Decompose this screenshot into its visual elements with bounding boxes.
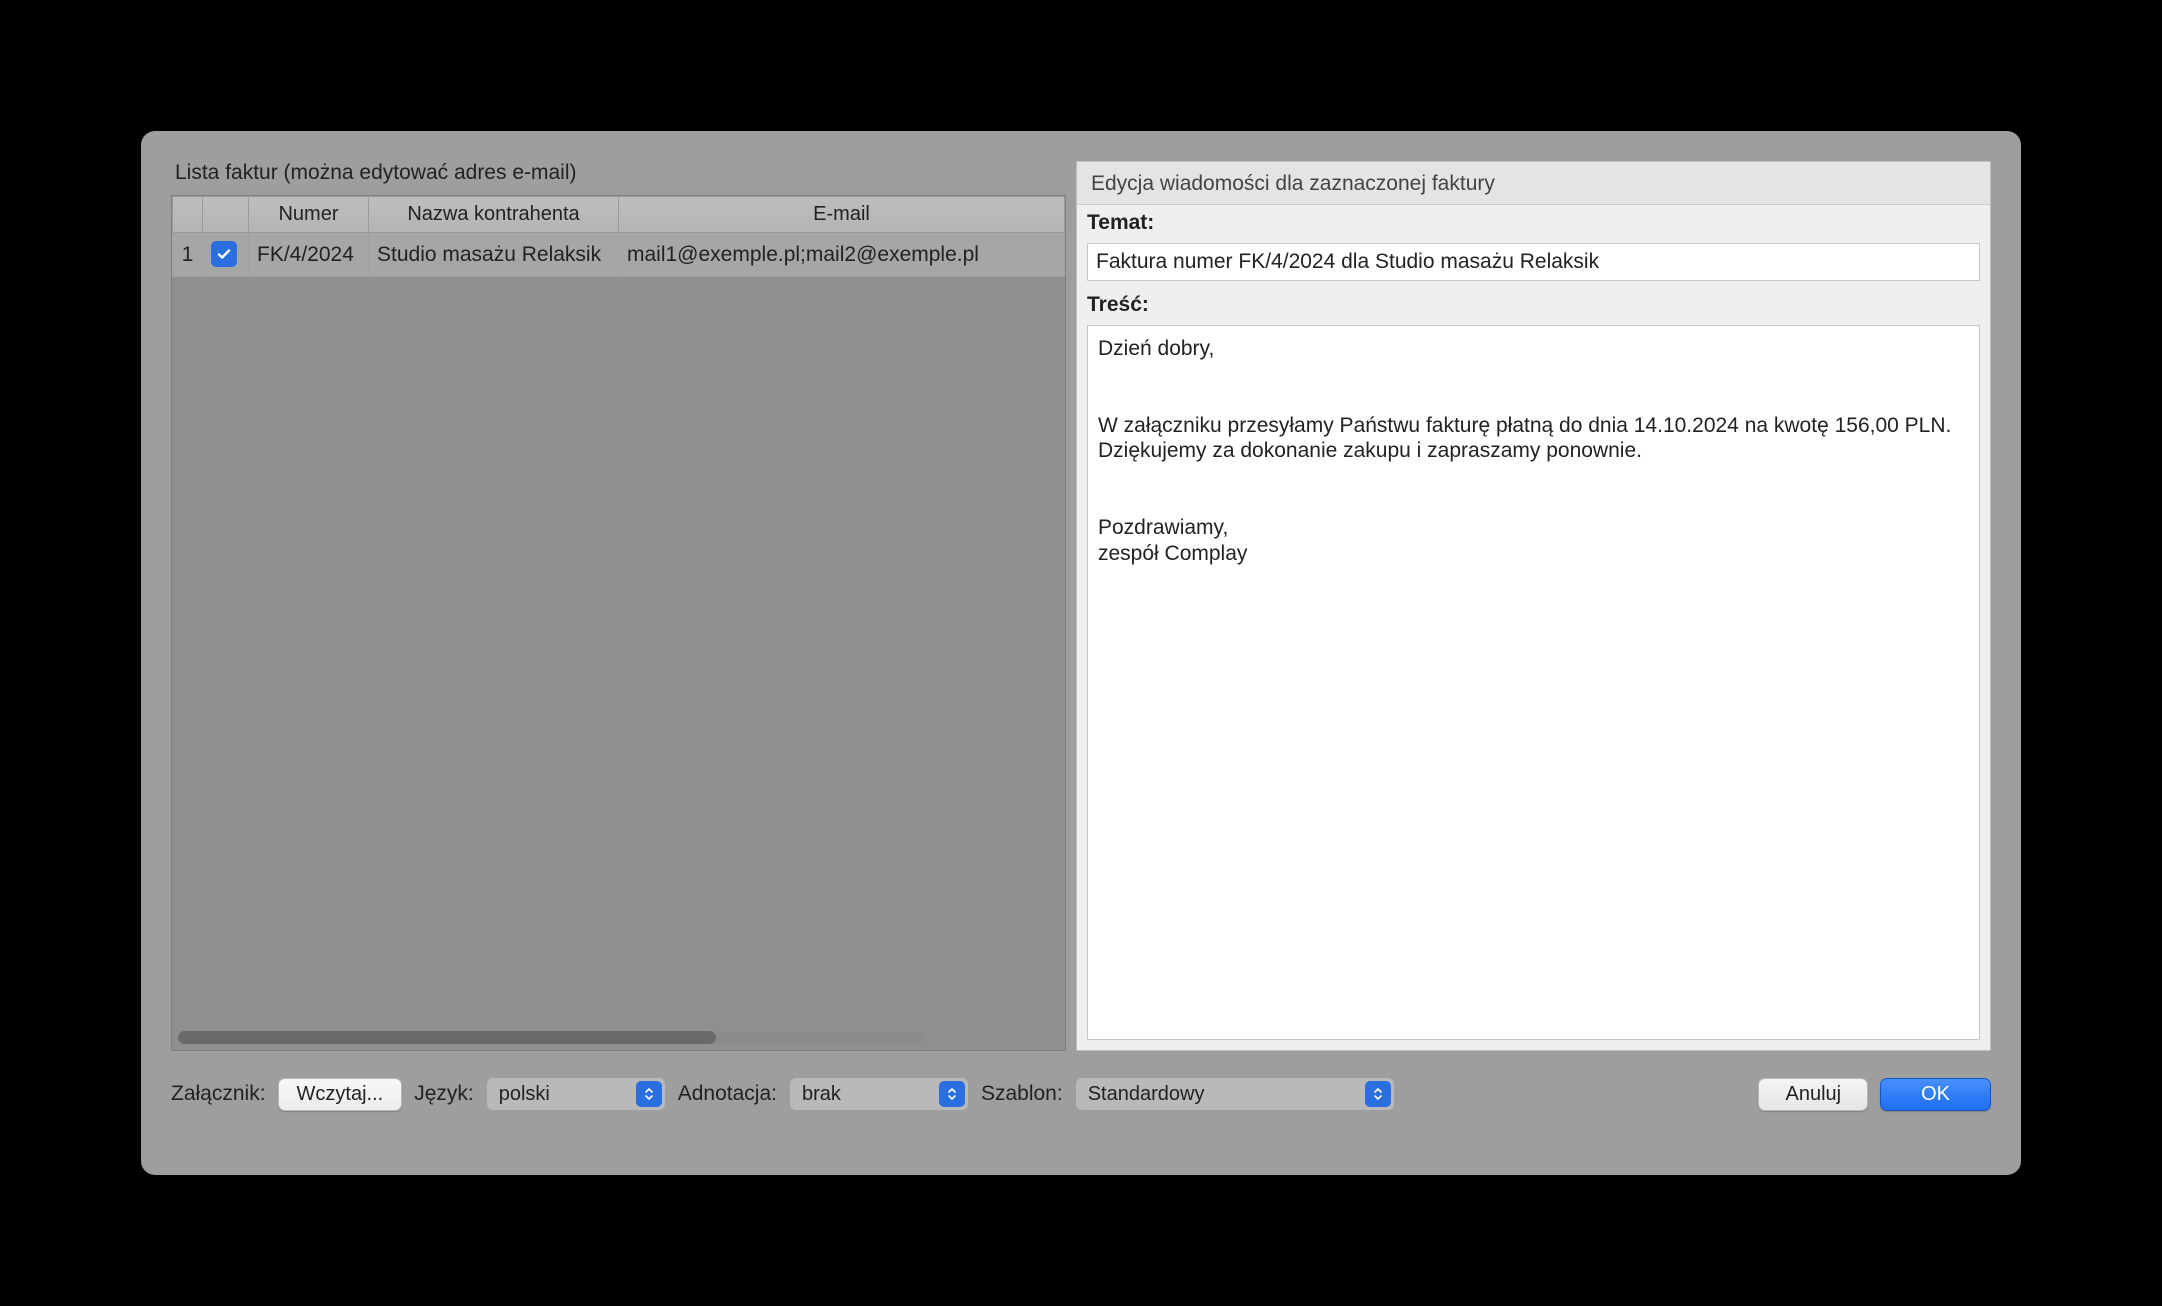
invoice-list-title: Lista faktur (można edytować adres e-mai… bbox=[171, 161, 1066, 185]
row-index: 1 bbox=[173, 233, 203, 277]
row-checkbox-cell[interactable] bbox=[203, 233, 249, 277]
invoice-table: Numer Nazwa kontrahenta E-mail 1 bbox=[172, 196, 1065, 277]
body-textarea[interactable] bbox=[1087, 325, 1980, 1040]
load-attachment-button[interactable]: Wczytaj... bbox=[278, 1078, 403, 1111]
chevron-updown-icon bbox=[1365, 1081, 1391, 1107]
body-label: Treść: bbox=[1077, 287, 1990, 321]
chevron-updown-icon bbox=[636, 1081, 662, 1107]
language-label: Język: bbox=[414, 1082, 474, 1106]
ok-button[interactable]: OK bbox=[1880, 1078, 1991, 1111]
language-value: polski bbox=[499, 1083, 550, 1106]
language-select[interactable]: polski bbox=[486, 1077, 666, 1111]
annotation-value: brak bbox=[802, 1083, 841, 1106]
message-edit-panel: Edycja wiadomości dla zaznaczonej faktur… bbox=[1076, 161, 1991, 1051]
col-contractor-header[interactable]: Nazwa kontrahenta bbox=[369, 197, 619, 233]
checkmark-icon[interactable] bbox=[211, 241, 237, 267]
invoice-email-dialog: Lista faktur (można edytować adres e-mai… bbox=[141, 131, 2021, 1175]
row-number: FK/4/2024 bbox=[249, 233, 369, 277]
template-select[interactable]: Standardowy bbox=[1075, 1077, 1395, 1111]
subject-input[interactable] bbox=[1087, 243, 1980, 281]
col-check-header[interactable] bbox=[203, 197, 249, 233]
attachment-label: Załącznik: bbox=[171, 1082, 266, 1106]
chevron-updown-icon bbox=[939, 1081, 965, 1107]
invoice-table-wrap: Numer Nazwa kontrahenta E-mail 1 bbox=[171, 195, 1066, 1051]
annotation-select[interactable]: brak bbox=[789, 1077, 969, 1111]
horizontal-scrollbar[interactable] bbox=[178, 1031, 925, 1044]
col-number-header[interactable]: Numer bbox=[249, 197, 369, 233]
template-label: Szablon: bbox=[981, 1082, 1063, 1106]
template-value: Standardowy bbox=[1088, 1083, 1205, 1106]
table-row[interactable]: 1 FK/4/2024 Studio masażu Relaksik mail1… bbox=[173, 233, 1065, 277]
row-email[interactable]: mail1@exemple.pl;mail2@exemple.pl bbox=[619, 233, 1065, 277]
message-edit-header: Edycja wiadomości dla zaznaczonej faktur… bbox=[1077, 162, 1990, 205]
row-contractor: Studio masażu Relaksik bbox=[369, 233, 619, 277]
invoice-list-panel: Lista faktur (można edytować adres e-mai… bbox=[171, 161, 1066, 1051]
annotation-label: Adnotacja: bbox=[678, 1082, 777, 1106]
scrollbar-thumb[interactable] bbox=[178, 1031, 716, 1044]
col-email-header[interactable]: E-mail bbox=[619, 197, 1065, 233]
col-index-header[interactable] bbox=[173, 197, 203, 233]
bottom-toolbar: Załącznik: Wczytaj... Język: polski Adno… bbox=[171, 1051, 1991, 1111]
subject-label: Temat: bbox=[1077, 205, 1990, 239]
cancel-button[interactable]: Anuluj bbox=[1758, 1078, 1868, 1111]
